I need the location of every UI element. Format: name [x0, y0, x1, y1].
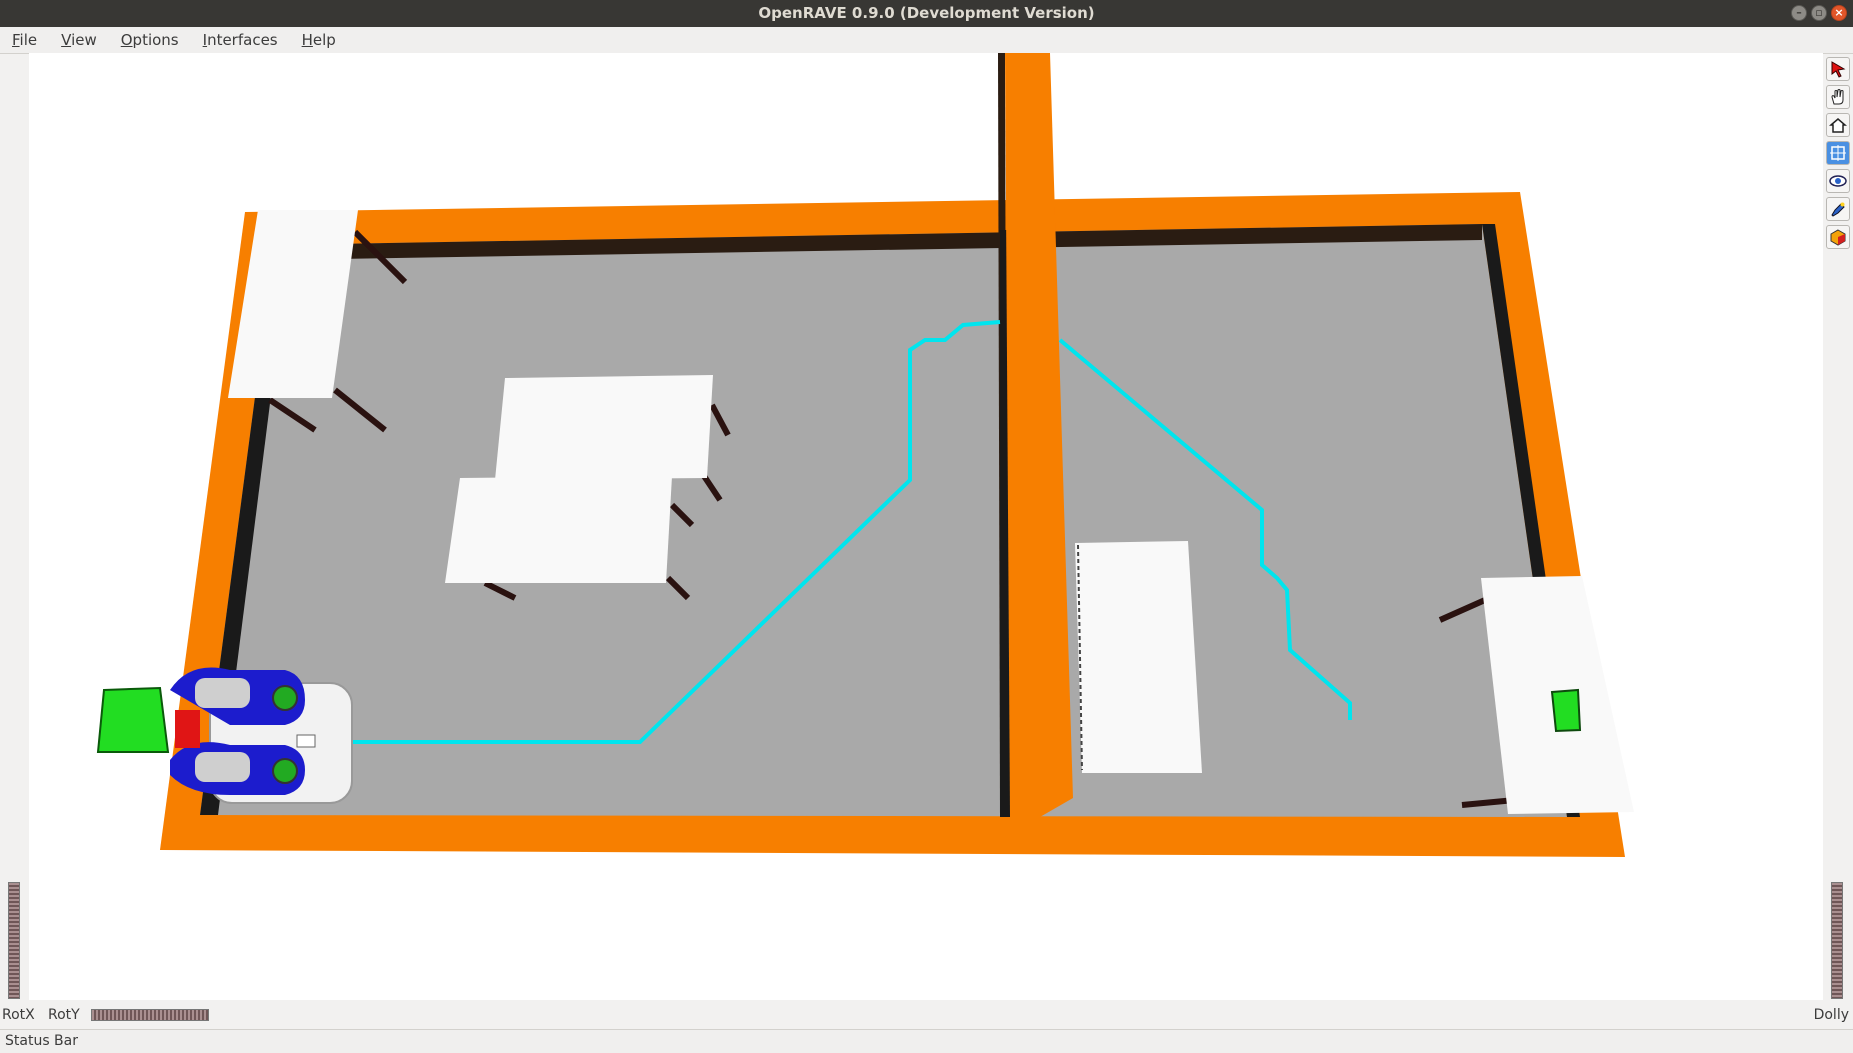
window-controls: – ▫ ×: [1791, 5, 1847, 21]
menu-bar: File View Options Interfaces Help: [0, 27, 1853, 54]
select-arrow-icon[interactable]: [1826, 57, 1850, 81]
window-title: OpenRAVE 0.9.0 (Development Version): [758, 4, 1095, 22]
menu-options[interactable]: Options: [109, 31, 191, 49]
rotx-label: RotX: [2, 1007, 35, 1023]
menu-file[interactable]: File: [0, 31, 49, 49]
view-all-icon[interactable]: [1826, 141, 1850, 165]
scene-render: [96, 53, 1634, 857]
dolly-label: Dolly: [1813, 1007, 1849, 1023]
menu-interfaces[interactable]: Interfaces: [191, 31, 290, 49]
seek-flashlight-icon[interactable]: [1826, 197, 1850, 221]
status-bar: Status Bar: [0, 1029, 1853, 1053]
menu-view[interactable]: View: [49, 31, 109, 49]
floor: [200, 224, 1567, 817]
status-text: Status Bar: [5, 1033, 79, 1049]
close-button[interactable]: ×: [1831, 5, 1847, 21]
3d-viewport[interactable]: [29, 53, 1823, 1000]
eye-view-icon[interactable]: [1826, 169, 1850, 193]
projection-cube-icon[interactable]: [1826, 225, 1850, 249]
table-right-room: [1075, 541, 1202, 773]
window-title-bar: OpenRAVE 0.9.0 (Development Version) – ▫…: [0, 0, 1853, 27]
pan-hand-icon[interactable]: [1826, 85, 1850, 109]
robot-pr2: [96, 667, 353, 804]
rotation-thumbwheel[interactable]: [91, 1009, 209, 1021]
roty-label: RotY: [48, 1007, 80, 1023]
minimize-button[interactable]: –: [1791, 5, 1807, 21]
maximize-button[interactable]: ▫: [1811, 5, 1827, 21]
right-thumbwheel[interactable]: [1831, 882, 1843, 999]
left-thumbwheel[interactable]: [8, 882, 20, 999]
viewer-toolbar: [1826, 57, 1852, 249]
control-row: RotX RotY Dolly: [0, 1003, 1853, 1027]
menu-help[interactable]: Help: [290, 31, 348, 49]
home-view-icon[interactable]: [1826, 113, 1850, 137]
